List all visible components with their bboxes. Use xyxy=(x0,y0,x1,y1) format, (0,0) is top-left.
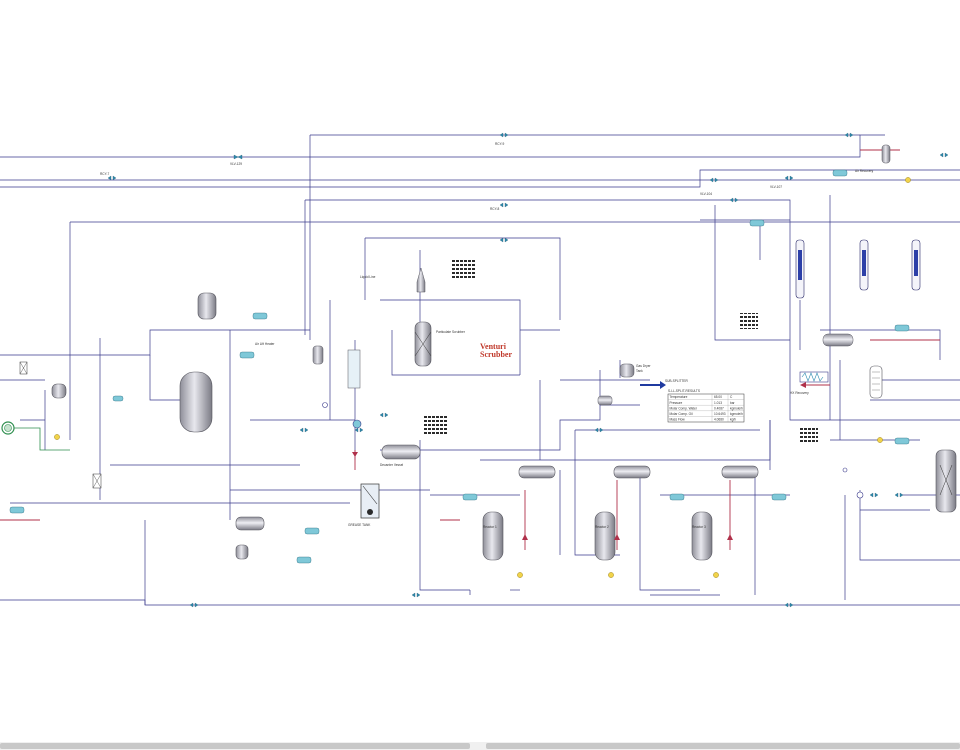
spreadsheet-icon-3[interactable] xyxy=(740,313,758,329)
distillation-column xyxy=(935,449,957,513)
table-cell: Temperature xyxy=(670,395,688,399)
svg-text:Gas Dryer: Gas Dryer xyxy=(636,364,651,368)
svg-text:RCY-7: RCY-7 xyxy=(100,172,109,176)
svg-text:Particulate Scrubber: Particulate Scrubber xyxy=(436,330,466,334)
table-cell: 10.6493 xyxy=(714,412,726,416)
svg-text:RCY-8: RCY-8 xyxy=(490,207,499,211)
decanter-vessel xyxy=(381,444,421,460)
coolers[interactable] xyxy=(9,169,910,564)
utility-line xyxy=(10,427,70,451)
absorber-column-3 xyxy=(911,239,921,291)
svg-text:VLV-104: VLV-104 xyxy=(700,192,712,196)
svg-text:HX Recovery: HX Recovery xyxy=(790,391,809,395)
table-cell: kgmole/h xyxy=(730,412,743,416)
reactor-1 xyxy=(482,511,504,561)
svg-text:Decanter Vessel: Decanter Vessel xyxy=(380,463,404,467)
grease-tank xyxy=(360,483,380,519)
energy-streams xyxy=(0,149,940,550)
svg-text:RCY-9: RCY-9 xyxy=(495,142,504,146)
table-cell: 1.013 xyxy=(714,401,722,405)
process-flow-diagram: VLV-129 RCY-9 RCY-7 RCY-8 VLV-104 VLV-10… xyxy=(0,132,960,608)
table-cell: Mass Flow xyxy=(670,418,686,422)
absorber-column-1 xyxy=(795,239,805,299)
stack-cone xyxy=(416,267,426,293)
table-cell: 65.00 xyxy=(714,395,722,399)
condenser-3 xyxy=(721,465,759,479)
spreadsheet-icon-4[interactable] xyxy=(800,428,818,444)
table-cell: kgmole/h xyxy=(730,406,743,410)
svg-text:Reactor 2: Reactor 2 xyxy=(595,525,609,529)
svg-text:VLV-129: VLV-129 xyxy=(230,162,242,166)
hx-coil xyxy=(799,371,829,383)
svg-text:S-LL-SPLIT-RESULTS: S-LL-SPLIT-RESULTS xyxy=(668,389,700,393)
valves[interactable] xyxy=(107,132,949,608)
small-separator xyxy=(51,383,67,399)
horizontal-scrollbar[interactable] xyxy=(0,742,960,750)
top-right-column xyxy=(881,144,891,164)
gas-dryer-drum xyxy=(619,363,635,378)
reactor-2 xyxy=(594,511,616,561)
product-arrow xyxy=(640,381,666,389)
svg-text:Reactor 1: Reactor 1 xyxy=(483,525,497,529)
condenser-2 xyxy=(613,465,651,479)
svg-text:Liquid Line: Liquid Line xyxy=(360,275,376,279)
right-mid-column xyxy=(869,365,883,399)
scrollbar-thumb-left[interactable] xyxy=(0,743,470,749)
filter-box xyxy=(19,361,102,489)
table-cell: Molar Comp. Water xyxy=(670,406,698,410)
particulate-scrubber xyxy=(414,321,432,367)
table-cell: 0.4087 xyxy=(714,406,724,410)
blower-circle xyxy=(1,421,15,435)
small-drum-left xyxy=(197,292,217,320)
svg-text:Scrubber: Scrubber xyxy=(480,350,512,359)
right-horizontal-drum xyxy=(822,333,854,347)
stream-lines xyxy=(0,134,960,606)
svg-text:VLV-107: VLV-107 xyxy=(770,185,782,189)
results-table[interactable]: S-LL-SPLIT-RESULTS Temperature 65.00 CPres… xyxy=(667,389,745,423)
air-storage-tank xyxy=(179,371,213,433)
svg-text:GREASE TANK: GREASE TANK xyxy=(348,523,371,527)
condenser-1 xyxy=(518,465,556,479)
absorber-column-2 xyxy=(859,239,869,291)
svg-text:Reactor 3: Reactor 3 xyxy=(692,525,706,529)
reactor-3 xyxy=(691,511,713,561)
svg-text:SUB-SPLITTER: SUB-SPLITTER xyxy=(665,379,689,383)
vertical-separator xyxy=(312,345,361,389)
storage-tank-horizontal xyxy=(235,516,265,560)
table-cell: kg/h xyxy=(730,418,736,422)
svg-text:Air Recovery: Air Recovery xyxy=(855,169,874,173)
svg-text:Tank: Tank xyxy=(636,369,643,373)
spreadsheet-icon-1[interactable] xyxy=(452,258,476,278)
table-cell: Pressure xyxy=(670,401,683,405)
table-cell: Molar Comp. Oil xyxy=(670,412,693,416)
spreadsheet-icon-2[interactable] xyxy=(424,414,448,434)
scrollbar-thumb-right[interactable] xyxy=(486,743,960,749)
svg-text:Air Lift Heater: Air Lift Heater xyxy=(255,342,275,346)
table-cell: 4.0680 xyxy=(714,418,724,422)
flash-drum xyxy=(597,395,613,406)
